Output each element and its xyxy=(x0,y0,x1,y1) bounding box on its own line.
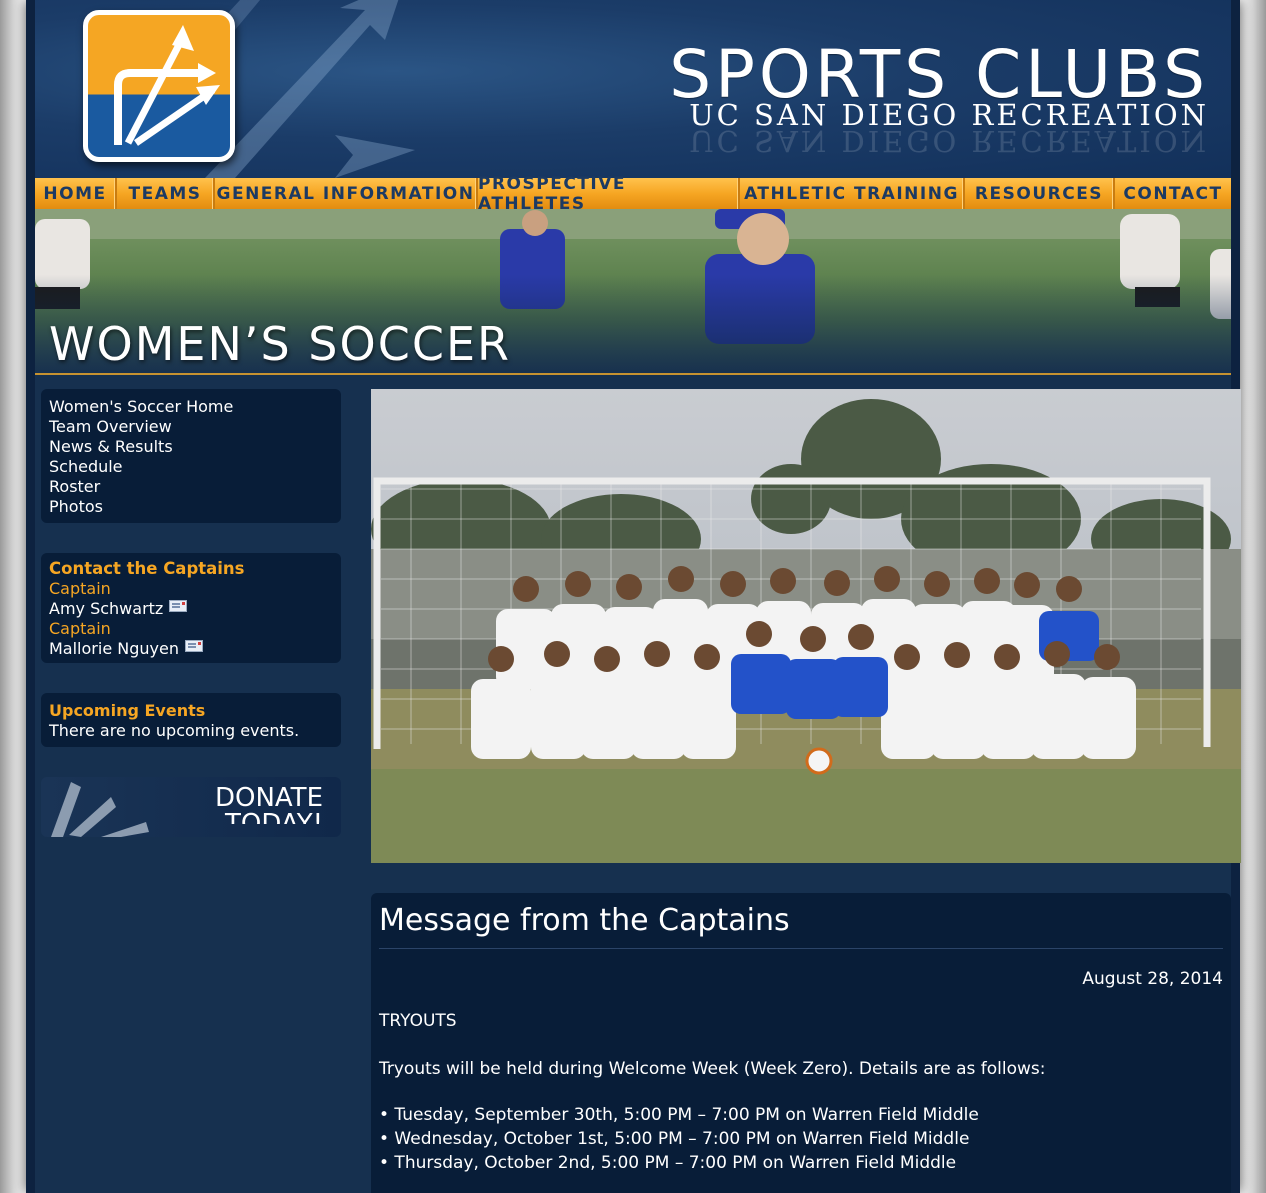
banner-divider xyxy=(35,373,1231,375)
email-icon[interactable] xyxy=(184,640,203,652)
nav-contact[interactable]: CONTACT xyxy=(1115,178,1231,209)
sidebar-link-photos[interactable]: Photos xyxy=(49,497,333,517)
trident-icon xyxy=(114,25,220,146)
team-photo-image xyxy=(371,389,1241,863)
nav-teams[interactable]: TEAMS xyxy=(117,178,215,209)
captain-entry: Amy Schwartz xyxy=(49,599,333,619)
tryout-date-item: • Tuesday, September 30th, 5:00 PM – 7:0… xyxy=(379,1105,979,1125)
nav-prospective-athletes[interactable]: PROSPECTIVE ATHLETES xyxy=(478,174,740,214)
tryout-date-item: • Thursday, October 2nd, 5:00 PM – 7:00 … xyxy=(379,1153,957,1173)
sidebar-link-roster[interactable]: Roster xyxy=(49,477,333,497)
sidebar-events-box: Upcoming Events There are no upcoming ev… xyxy=(41,693,341,747)
team-banner: WOMEN’S SOCCER xyxy=(35,209,1231,373)
sidebar-link-home[interactable]: Women's Soccer Home xyxy=(49,397,333,417)
sidebar-team-menu: Women's Soccer Home Team Overview News &… xyxy=(41,389,341,523)
tryout-dates-list: • Tuesday, September 30th, 5:00 PM – 7:0… xyxy=(379,1103,1223,1175)
sidebar-captains-box: Contact the Captains Captain Amy Schwart… xyxy=(41,553,341,663)
sports-clubs-logo[interactable] xyxy=(83,10,235,162)
content-title: Message from the Captains xyxy=(379,901,1223,949)
team-photo xyxy=(371,389,1241,863)
donate-button[interactable]: DONATE TODAY! xyxy=(41,777,341,837)
events-empty-text: There are no upcoming events. xyxy=(49,721,300,740)
page-frame: SPORTS CLUBS UC SAN DIEGO RECREATION UC … xyxy=(26,0,1241,1193)
captains-message-panel: Message from the Captains August 28, 201… xyxy=(371,893,1231,1193)
main-navigation: HOME TEAMS GENERAL INFORMATION PROSPECTI… xyxy=(35,174,1231,214)
post-date: August 28, 2014 xyxy=(1082,969,1223,989)
sidebar-link-schedule[interactable]: Schedule xyxy=(49,457,333,477)
brand-subtitle-reflection: UC SAN DIEGO RECREATION xyxy=(689,124,1209,158)
captain-role: Captain xyxy=(49,579,111,598)
nav-home[interactable]: HOME xyxy=(35,178,117,209)
donate-label: DONATE TODAY! xyxy=(215,785,323,824)
email-icon[interactable] xyxy=(169,600,188,612)
banner-title: WOMEN’S SOCCER xyxy=(49,317,511,371)
nav-general-information[interactable]: GENERAL INFORMATION xyxy=(215,178,478,209)
tryouts-intro: Tryouts will be held during Welcome Week… xyxy=(379,1059,1046,1079)
site-header: SPORTS CLUBS UC SAN DIEGO RECREATION UC … xyxy=(35,0,1231,178)
sidebar-link-news-results[interactable]: News & Results xyxy=(49,437,333,457)
tryout-date-item: • Wednesday, October 1st, 5:00 PM – 7:00… xyxy=(379,1129,970,1149)
sidebar-link-team-overview[interactable]: Team Overview xyxy=(49,417,333,437)
trident-arrows-icon xyxy=(51,782,149,837)
nav-resources[interactable]: RESOURCES xyxy=(965,178,1115,209)
captain-entry: Mallorie Nguyen xyxy=(49,639,333,659)
donate-line-2: TODAY! xyxy=(215,811,323,824)
captains-heading: Contact the Captains xyxy=(49,559,245,578)
events-heading: Upcoming Events xyxy=(49,701,206,720)
captain-name: Mallorie Nguyen xyxy=(49,639,179,658)
captain-role: Captain xyxy=(49,619,111,638)
tryouts-heading: TRYOUTS xyxy=(379,1011,457,1031)
captain-name: Amy Schwartz xyxy=(49,599,164,618)
nav-athletic-training[interactable]: ATHLETIC TRAINING xyxy=(740,178,965,209)
donate-line-1: DONATE xyxy=(214,783,323,813)
